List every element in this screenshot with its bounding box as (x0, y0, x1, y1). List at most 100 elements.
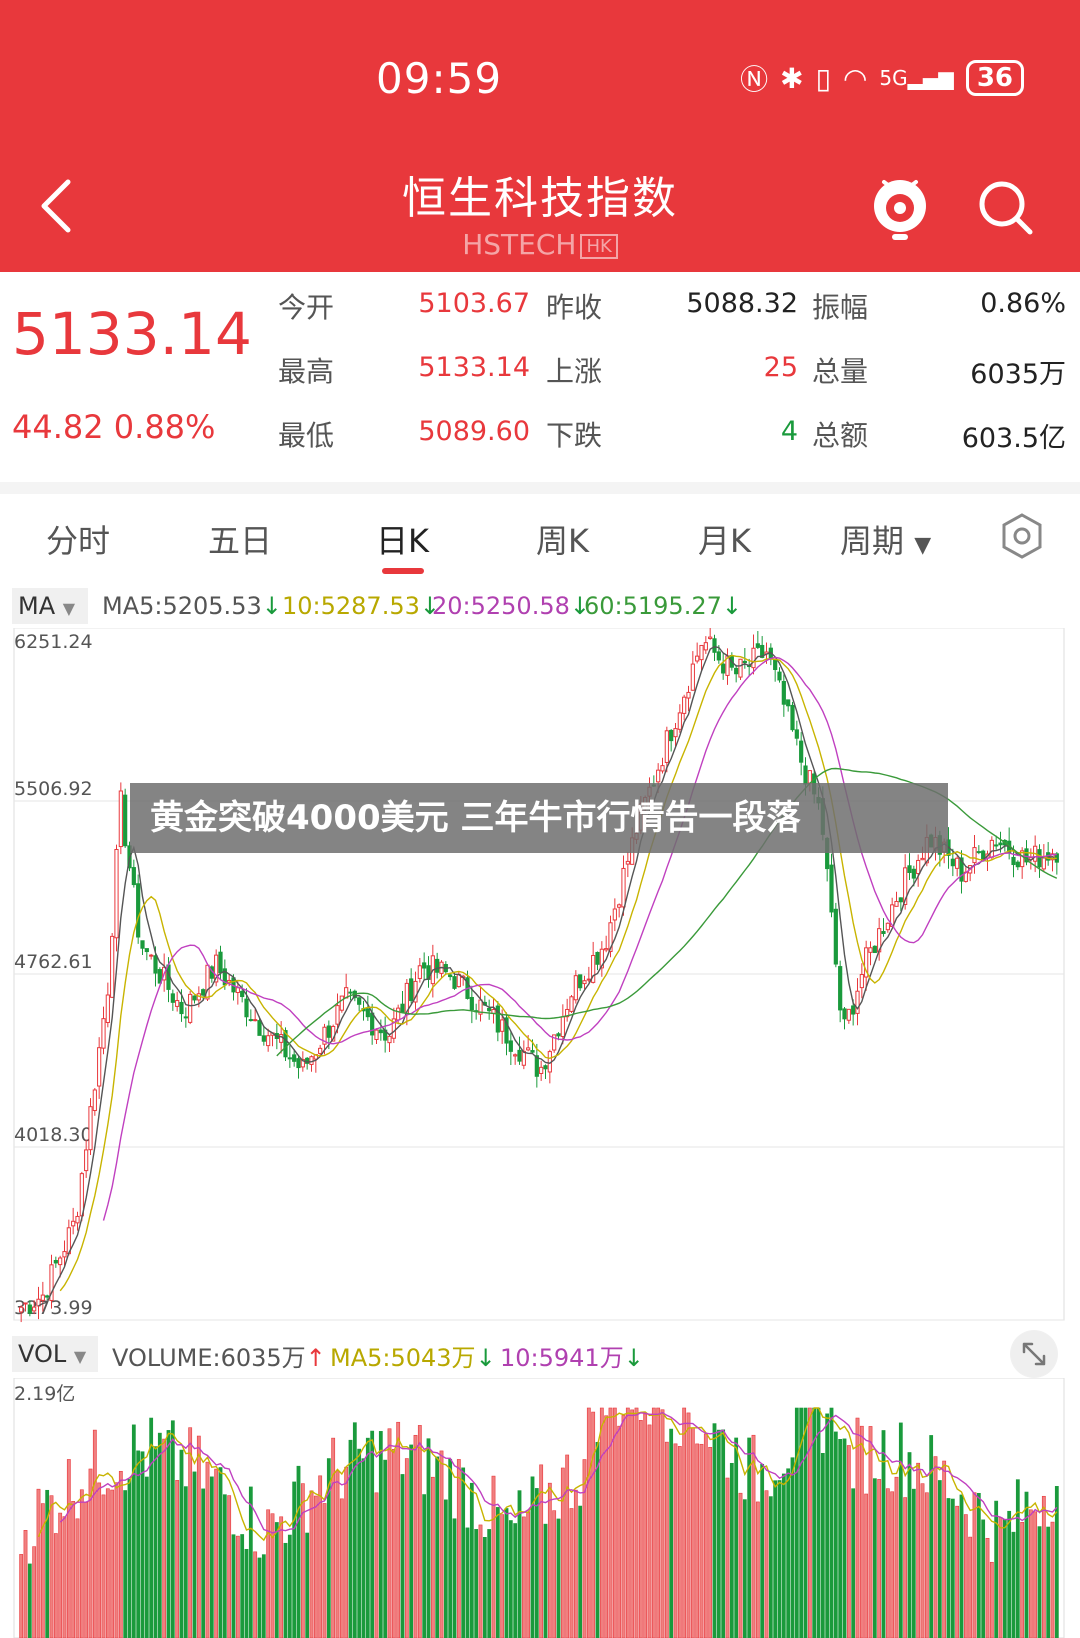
volume-bar (760, 1463, 765, 1638)
candle-body (625, 860, 630, 865)
volume-bar (227, 1495, 232, 1638)
candle-body (469, 996, 474, 1011)
candle-body (777, 671, 782, 681)
candle-body (370, 1012, 375, 1036)
candle-body (569, 996, 574, 1012)
volume-bar (547, 1482, 552, 1638)
volume-bar (214, 1468, 219, 1638)
volume-bar (101, 1494, 106, 1638)
open-label: 今开 (278, 291, 335, 324)
tab-intraday[interactable]: 分时 (46, 516, 110, 562)
search-icon[interactable] (976, 178, 1036, 238)
volume-bar (149, 1417, 154, 1638)
tab-period[interactable]: 周期 ▼ (840, 516, 931, 562)
tab-monthly-k[interactable]: 月K (698, 516, 751, 562)
volume-bar (84, 1502, 89, 1638)
ma-selector-label: MA (18, 592, 56, 620)
prev-close-value: 5088.32 (686, 288, 798, 319)
volume-bar (1015, 1479, 1020, 1638)
volume-bar (322, 1503, 327, 1638)
candle-body (833, 908, 838, 965)
volume-bar (409, 1444, 414, 1638)
candle-body (859, 974, 864, 989)
turnover-value: 603.5亿 (961, 423, 1066, 454)
candle-body (1015, 861, 1020, 868)
candle-body (911, 868, 916, 879)
candle-body (409, 978, 414, 1002)
nfc-icon: Ⓝ (740, 63, 769, 96)
candle-body (261, 1035, 266, 1042)
volume-bar (313, 1495, 318, 1638)
down-count-value: 4 (780, 416, 798, 447)
volume-bar (513, 1523, 518, 1638)
volume-bar (495, 1507, 500, 1638)
bluetooth-icon: ✱ (780, 61, 804, 95)
candle-body (53, 1259, 58, 1264)
candle-body (287, 1057, 292, 1060)
ma-selector[interactable]: MA ▼ (12, 588, 88, 624)
volume-bar (968, 1536, 973, 1638)
volume-label: 总量 (812, 355, 869, 388)
robot-assistant-icon[interactable] (870, 172, 930, 242)
candle-body (357, 997, 362, 1005)
wifi-icon: ◠ (842, 61, 868, 95)
candle-body (500, 1019, 505, 1032)
candle-body (508, 1040, 513, 1052)
ma60-value: 60:5195.27↓ (584, 592, 742, 620)
ma5-value: MA5:5205.53↓ (102, 592, 282, 620)
tab-five-day[interactable]: 五日 (208, 516, 272, 562)
volume-bar (452, 1518, 457, 1638)
settings-hexagon-icon[interactable] (998, 512, 1046, 560)
volume-bar (435, 1456, 440, 1638)
candle-body (40, 1294, 45, 1301)
expand-icon[interactable] (1010, 1330, 1058, 1378)
candle-body (292, 1054, 297, 1062)
amplitude-value: 0.86% (980, 288, 1066, 319)
candle-body (955, 857, 960, 869)
caret-down-icon: ▼ (914, 533, 932, 558)
news-banner[interactable]: 黄金突破4000美元 三年牛市行情告一段落 (130, 783, 948, 853)
volume-bar (175, 1480, 180, 1638)
volume-bar (235, 1535, 240, 1638)
candle-body (790, 704, 795, 731)
volume-bar (292, 1481, 297, 1638)
volume-bar (123, 1490, 128, 1638)
volume-bar (1007, 1510, 1012, 1638)
volume-bar (92, 1429, 97, 1638)
volume-bar (1011, 1531, 1016, 1638)
tab-weekly-k[interactable]: 周K (536, 516, 589, 562)
candle-body (62, 1251, 67, 1258)
candle-body (396, 1007, 401, 1021)
volume-bar (950, 1498, 955, 1638)
volume-bar (296, 1465, 301, 1638)
candle-body (556, 1033, 561, 1037)
volume-value: 6035万 (970, 359, 1066, 390)
volume-bar (942, 1460, 947, 1638)
caret-down-icon: ▼ (73, 1347, 87, 1366)
volume-bar (634, 1407, 639, 1638)
volume-bar (448, 1458, 453, 1638)
tab-period-label: 周期 (840, 522, 905, 560)
volume-bar (201, 1488, 206, 1638)
candle-body (339, 995, 344, 1011)
candle-body (84, 1149, 89, 1172)
candle-body (855, 990, 860, 1014)
prev-close-label: 昨收 (546, 291, 603, 324)
vol-selector[interactable]: VOL ▼ (12, 1336, 98, 1372)
volume-bar (664, 1441, 669, 1638)
ma5-line (38, 645, 1058, 1307)
volume-bar (1024, 1491, 1029, 1638)
volume-bar (825, 1413, 830, 1638)
volume-bar (573, 1489, 578, 1638)
volume-bar (417, 1425, 422, 1638)
candle-body (218, 951, 223, 973)
price-change: 44.82 0.88% (12, 408, 215, 446)
volume-bar (469, 1482, 474, 1638)
kline-chart[interactable]: 6251.24 5506.92 4762.61 4018.30 3273.99 (0, 626, 1080, 1328)
candle-body (1037, 849, 1042, 868)
battery-icon: 36 (965, 60, 1024, 96)
candle-body (248, 1019, 253, 1022)
candle-body (786, 699, 791, 707)
volume-chart[interactable]: 2.19亿 (0, 1377, 1080, 1638)
tab-daily-k[interactable]: 日K (376, 516, 429, 562)
